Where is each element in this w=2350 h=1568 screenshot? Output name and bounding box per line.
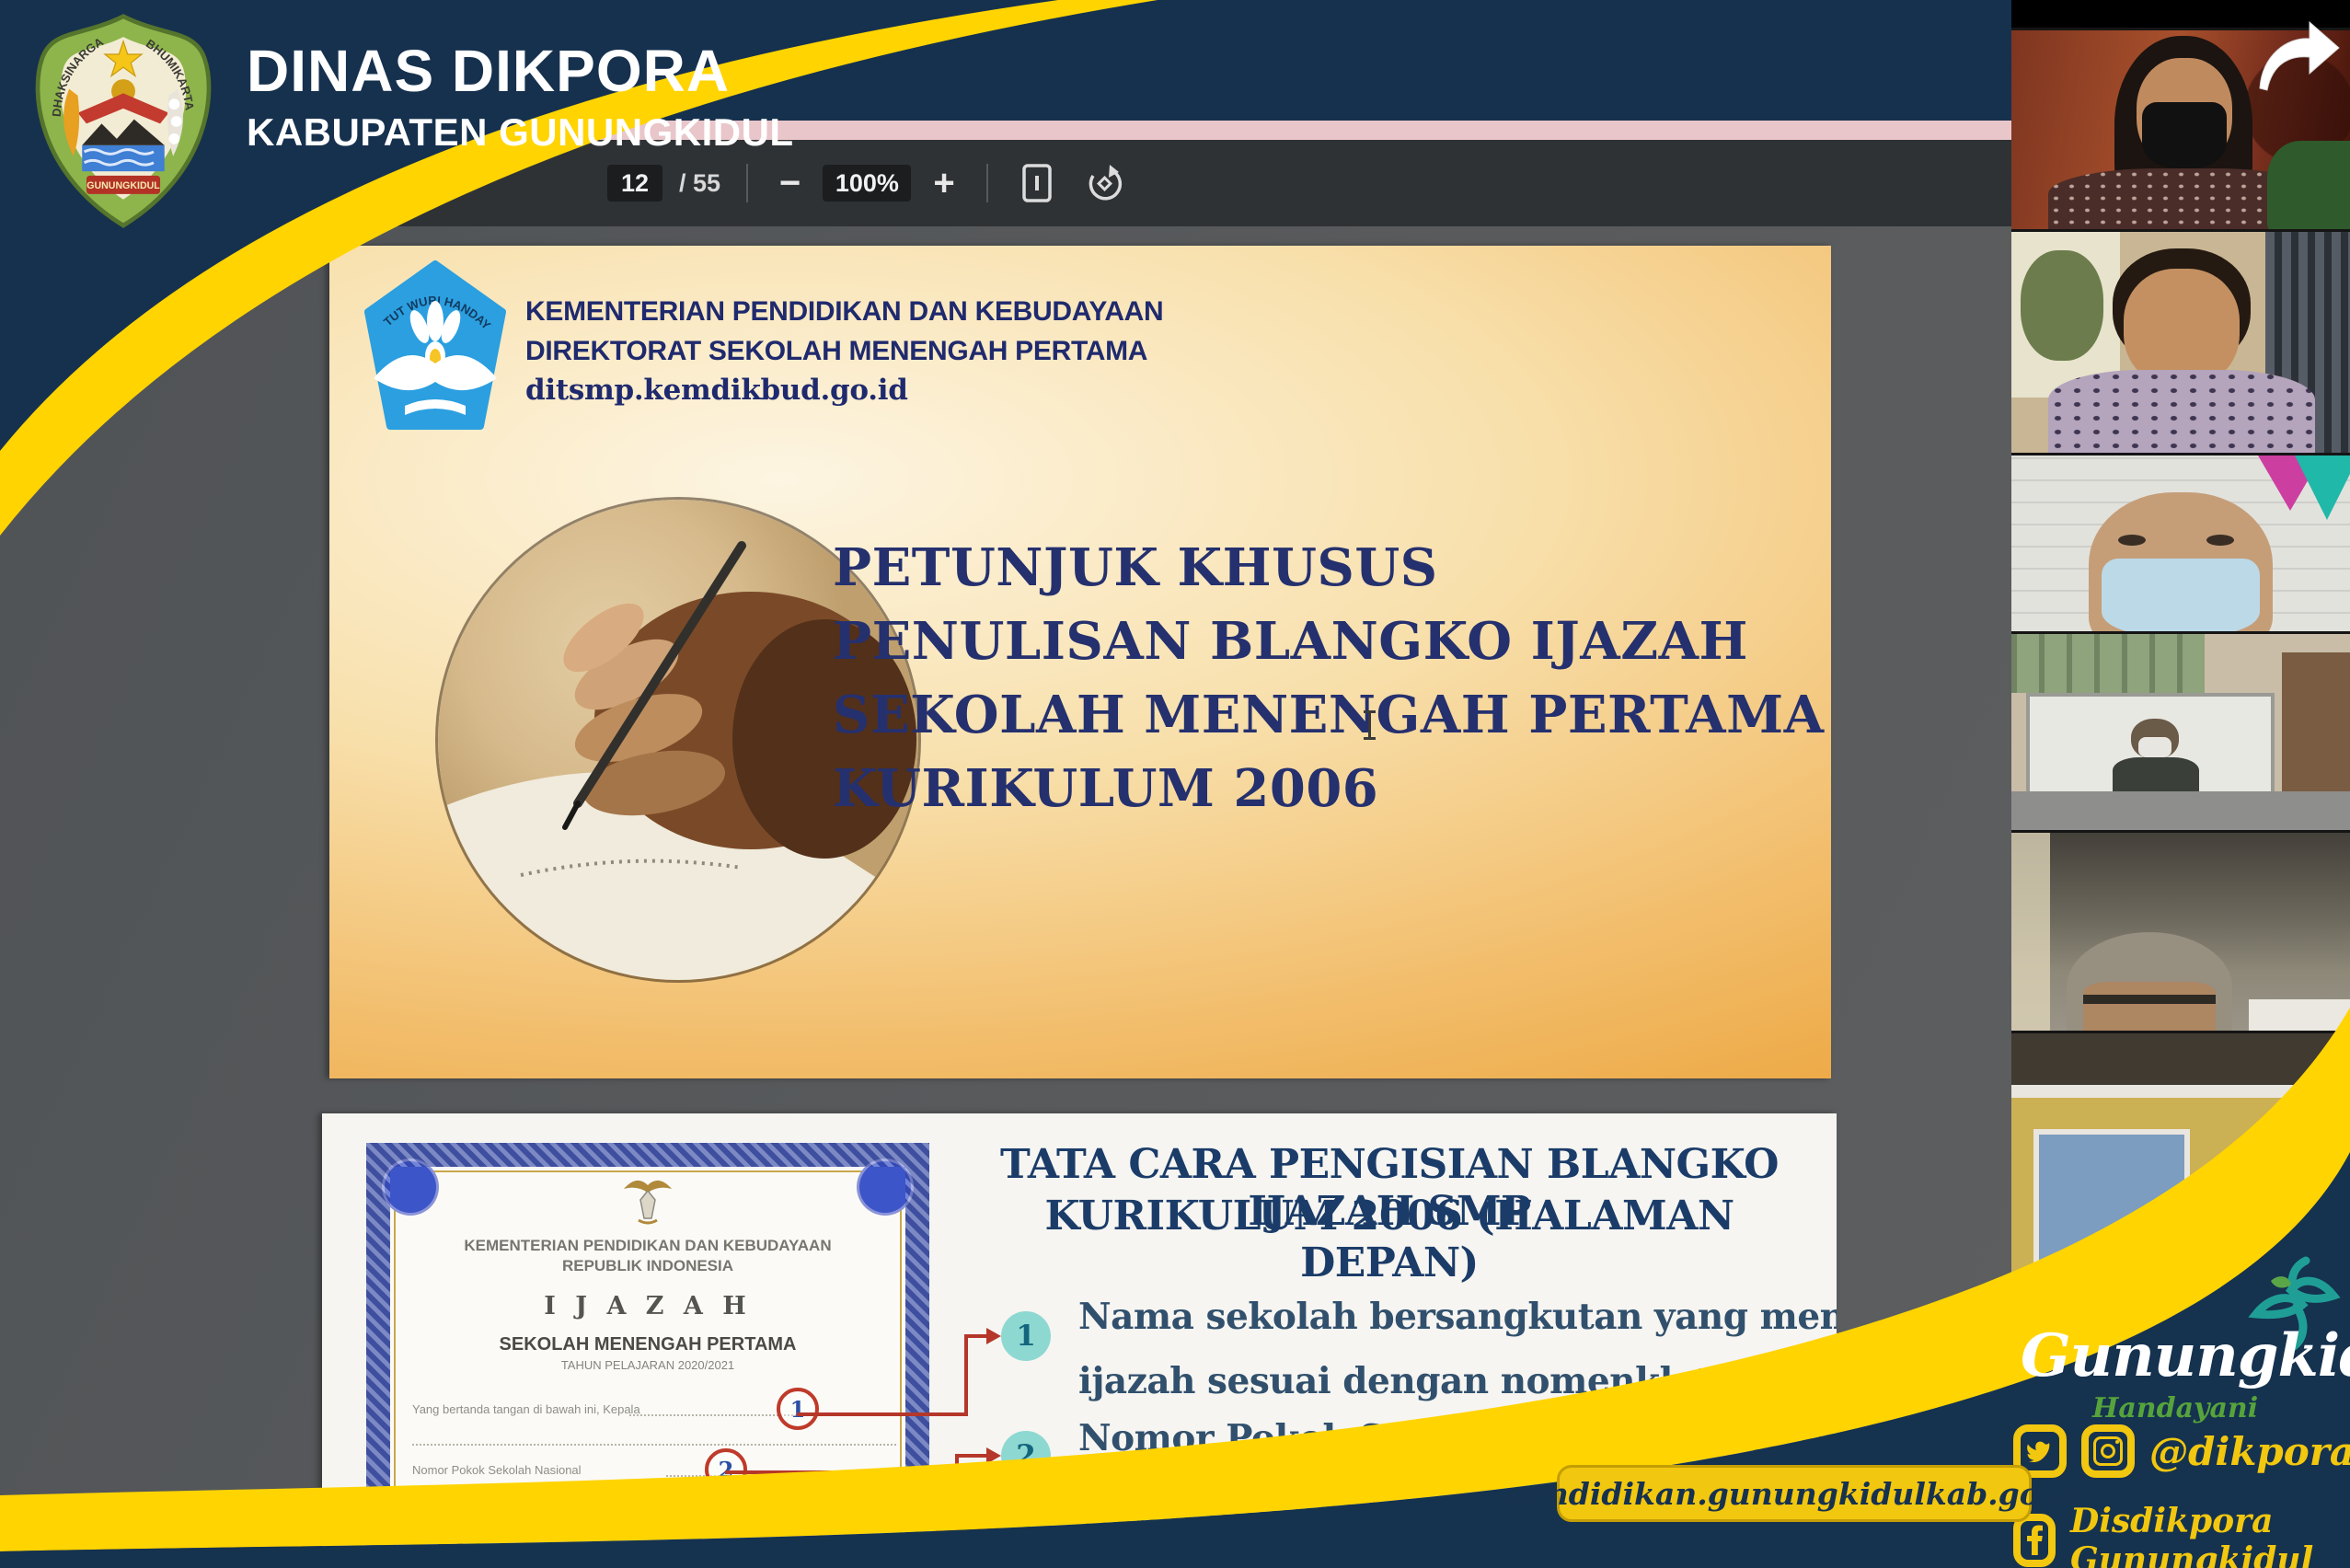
ministry-website: ditsmp.kemdikbud.go.id (525, 371, 1163, 410)
zoom-out-button[interactable]: − (774, 165, 806, 202)
item-1-text: Nama sekolah bersangkutan yang menerbitk… (1078, 1296, 1837, 1338)
brand-tagline: Handayani (2092, 1392, 2343, 1424)
page2-title-line2: KURIKULUM 2006 (HALAMAN DEPAN) (971, 1193, 1808, 1286)
item-3-number: 3 (1001, 1505, 1051, 1554)
participant-video-3[interactable] (2011, 453, 2350, 631)
slide-title-line3: SEKOLAH MENENGAH PERTAMA (833, 678, 1825, 752)
slide-title-line4: KURIKULUM 2006 (833, 752, 1825, 825)
website-pill: pendidikan.gunungkidulkab.go.id (1557, 1465, 2032, 1522)
item-1-number: 1 (1001, 1311, 1051, 1361)
page-number-input[interactable]: 12 (607, 165, 662, 202)
item-2-number: 2 (1001, 1431, 1051, 1481)
crest-banner-text: GUNUNGKIDUL (86, 180, 160, 191)
pdf-page-1: TUT WURI HANDAYANI KEMENTERIAN PENDIDIKA… (329, 246, 1831, 1078)
item-2-text: Nomor Pokok Sekolah Nasional (NPSN) (1078, 1417, 1837, 1459)
item-1-text: ijazah sesuai dengan nomenklatur. (1078, 1360, 1765, 1402)
participant-video-5[interactable] (2011, 830, 2350, 1031)
toolbar-divider (986, 164, 988, 202)
ministry-line2: DIREKTORAT SEKOLAH MENENGAH PERTAMA (525, 331, 1163, 371)
gunungkidul-crest: DHAKSINARGA BHUMIKARTA GUNUNGKIDUL (26, 13, 221, 230)
rotate-icon (1084, 163, 1124, 203)
brand-logo-text: Gunungkidul (2021, 1321, 2343, 1390)
slide-title-line1: PETUNJUK KHUSUS (833, 531, 1825, 605)
participant-video-4[interactable] (2011, 631, 2350, 830)
screen-share-area: 12 / 55 − 100% + (0, 0, 2011, 1568)
participant-video-2[interactable] (2011, 229, 2350, 453)
org-name-line2: KABUPATEN GUNUNGKIDUL (247, 110, 794, 155)
slide-title: PETUNJUK KHUSUS PENULISAN BLANGKO IJAZAH… (833, 531, 1825, 825)
facebook-name: Disdikpora Gunungkidul (2070, 1502, 2350, 1568)
slide-title-line2: PENULISAN BLANGKO IJAZAH (833, 605, 1825, 678)
org-name: DINAS DIKPORA KABUPATEN GUNUNGKIDUL (247, 37, 794, 155)
zoom-level-input[interactable]: 100% (823, 165, 911, 202)
text-cursor (1368, 710, 1371, 740)
social-row-2: Disdikpora Gunungkidul (2013, 1502, 2350, 1568)
share-button[interactable] (2252, 17, 2344, 99)
tut-wuri-handayani-logo: TUT WURI HANDAYANI (357, 260, 513, 437)
social-row-1: @dikpora_gk (2013, 1424, 2350, 1478)
meeting-window: 12 / 55 − 100% + (0, 0, 2350, 1568)
ministry-line1: KEMENTERIAN PENDIDIKAN DAN KEBUDAYAAN (525, 292, 1163, 331)
instagram-handle: @dikpora_gk (2149, 1429, 2350, 1474)
item-3-text: mencoret) (1078, 1553, 1283, 1568)
website-url: pendidikan.gunungkidulkab.go.id (1506, 1476, 2083, 1512)
fit-to-page-button[interactable] (1014, 163, 1060, 203)
zoom-in-button[interactable]: + (927, 165, 960, 202)
instagram-icon (2081, 1424, 2135, 1478)
brand-logo: Gunungkidul Handayani (2021, 1321, 2343, 1424)
pdf-scroll-area[interactable]: TUT WURI HANDAYANI KEMENTERIAN PENDIDIKA… (0, 226, 2011, 1568)
ministry-header: KEMENTERIAN PENDIDIKAN DAN KEBUDAYAAN DI… (525, 292, 1163, 410)
page-total-label: / 55 (679, 169, 720, 198)
rotate-button[interactable] (1077, 163, 1132, 203)
toolbar-divider (746, 164, 748, 202)
org-name-line1: DINAS DIKPORA (247, 37, 794, 105)
fit-page-icon (1021, 163, 1053, 203)
